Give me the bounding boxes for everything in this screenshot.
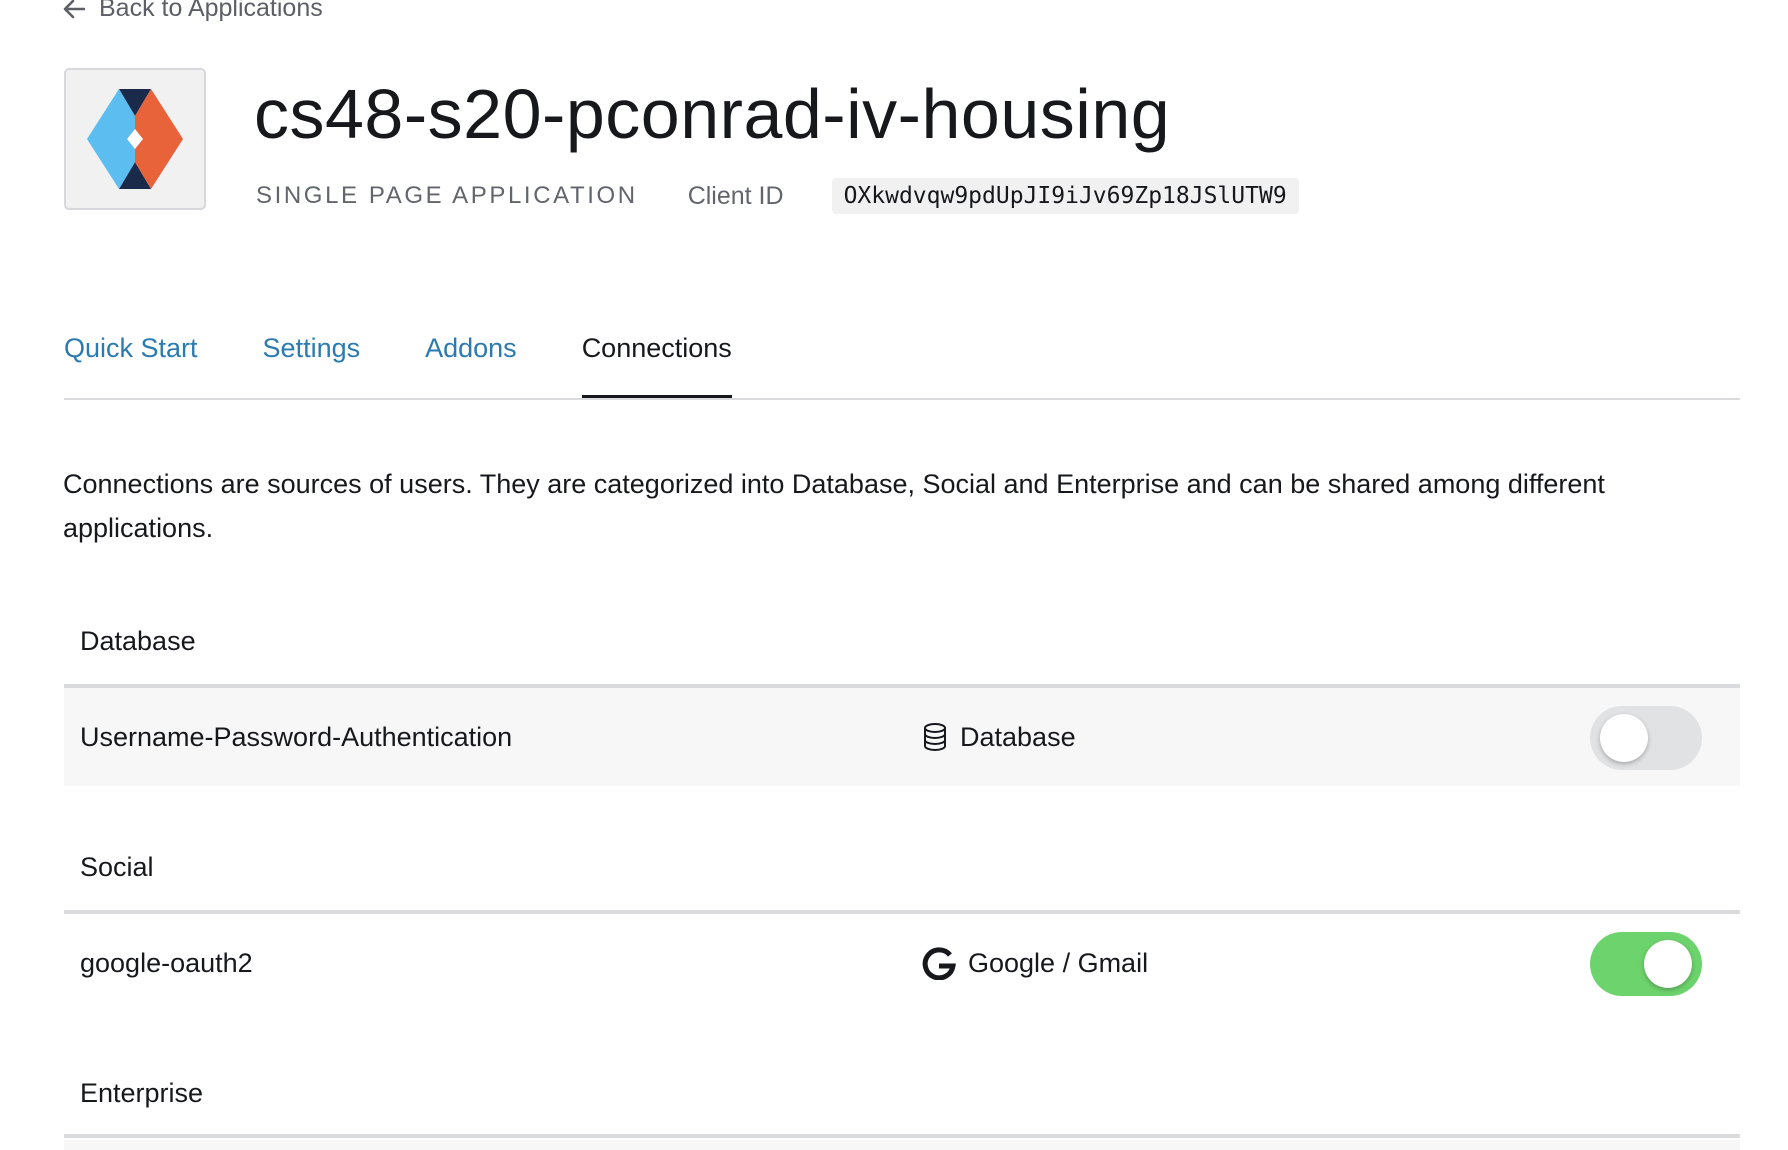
connection-row [64,1140,1740,1150]
section-divider [64,1134,1740,1138]
app-logo [64,68,206,210]
connections-description: Connections are sources of users. They a… [63,469,1605,543]
connection-name: google-oauth2 [80,948,253,978]
application-connections-page: Back to Applications cs48-s20-pconrad-iv… [0,0,1788,1150]
back-link-label: Back to Applications [99,0,323,22]
app-logo-icon [87,89,183,189]
google-icon [922,946,956,980]
app-meta: SINGLE PAGE APPLICATION Client ID OXkwdv… [256,176,1299,216]
connection-type-label: Database [960,721,1076,752]
connection-toggle-google-oauth2[interactable] [1590,932,1702,996]
tab-bar: Quick Start Settings Addons Connections [64,318,1740,400]
client-id-value[interactable]: OXkwdvqw9pdUpJI9iJv69Zp18JSlUTW9 [831,178,1299,214]
connection-row: google-oauth2 Google / Gmail [64,914,1740,1012]
tab-quick-start[interactable]: Quick Start [64,318,198,396]
app-type-label: SINGLE PAGE APPLICATION [256,182,638,209]
back-to-applications-link[interactable]: Back to Applications [63,0,323,23]
connection-type: Google / Gmail [922,914,1148,1012]
section-heading-social: Social [80,852,154,882]
section-heading-enterprise: Enterprise [80,1078,204,1108]
arrow-left-icon [63,0,85,19]
database-icon [922,722,948,752]
section-heading-database: Database [80,626,196,656]
connection-type-label: Google / Gmail [968,947,1149,978]
connection-type: Database [922,688,1076,786]
connection-toggle-username-password[interactable] [1590,706,1702,770]
page-title: cs48-s20-pconrad-iv-housing [254,75,1171,153]
tab-addons[interactable]: Addons [425,318,517,396]
toggle-knob [1600,714,1648,762]
tab-settings[interactable]: Settings [263,318,361,396]
client-id-label: Client ID [687,181,784,210]
toggle-knob [1644,940,1692,988]
tab-connections[interactable]: Connections [581,318,732,398]
connection-row: Username-Password-Authentication Databas… [64,688,1740,786]
connection-name: Username-Password-Authentication [80,722,513,752]
